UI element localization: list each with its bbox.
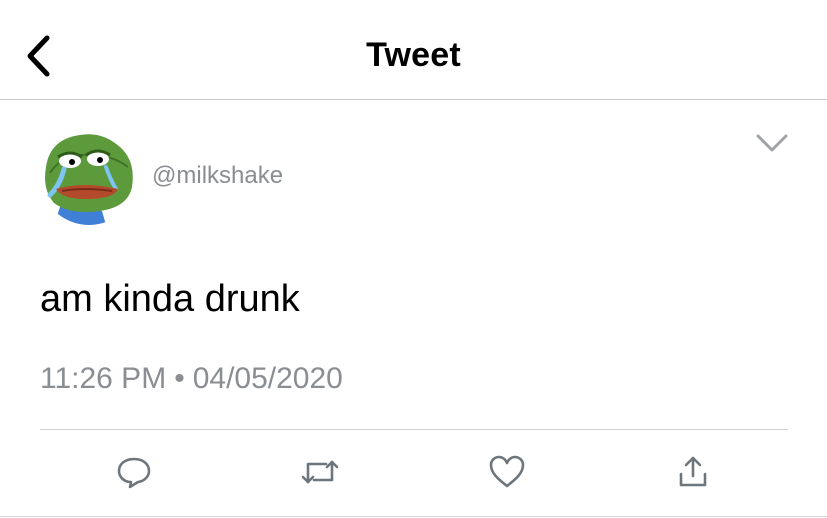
page-title: Tweet xyxy=(366,36,461,74)
like-button[interactable] xyxy=(487,452,527,492)
share-button[interactable] xyxy=(673,452,713,492)
retweet-button[interactable] xyxy=(300,452,340,492)
meta-separator: • xyxy=(174,362,185,395)
tweet-detail-screen: Tweet @milkshake am kinda drunk 11:26 PM… xyxy=(0,0,827,518)
bottom-divider xyxy=(0,516,827,517)
avatar[interactable] xyxy=(40,127,138,225)
tweet-text: am kinda drunk xyxy=(40,278,300,320)
divider xyxy=(40,429,788,430)
header-bar: Tweet xyxy=(0,0,827,100)
tweet-date: 04/05/2020 xyxy=(192,362,343,395)
like-icon xyxy=(489,455,525,488)
tweet-menu-button[interactable] xyxy=(754,130,790,158)
tweet-time: 11:26 PM xyxy=(40,362,167,395)
reply-icon xyxy=(117,457,151,489)
tweet-timestamp: 11:26 PM • 04/05/2020 xyxy=(40,362,343,396)
user-handle[interactable]: @milkshake xyxy=(152,162,283,190)
frog-avatar-image xyxy=(40,127,138,225)
share-icon xyxy=(679,456,707,487)
chevron-down-icon xyxy=(756,134,788,152)
reply-button[interactable] xyxy=(114,452,154,492)
retweet-icon xyxy=(301,460,339,484)
